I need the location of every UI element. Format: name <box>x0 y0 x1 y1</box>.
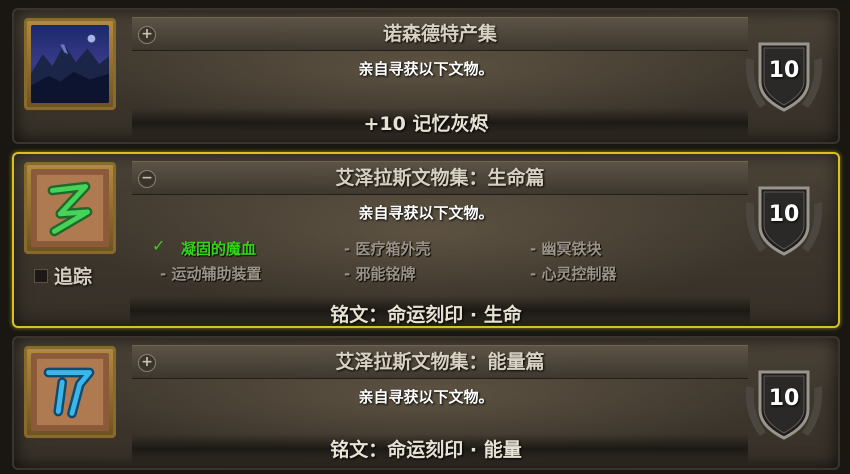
track-checkbox-box[interactable] <box>34 268 48 283</box>
achievement-points: 10 <box>768 202 800 227</box>
card-title-bar: 诺森德特产集 <box>132 17 748 51</box>
card-title: 艾泽拉斯文物集：能量篇 <box>335 351 545 373</box>
card-description: 亲自寻获以下文物。 <box>358 388 494 406</box>
expand-toggle[interactable]: + <box>138 26 156 44</box>
reward-text: +10 记忆灰烬 <box>363 113 489 135</box>
card-description: 亲自寻获以下文物。 <box>358 60 494 78</box>
achievement-points: 10 <box>768 58 800 83</box>
track-checkbox[interactable]: 追踪 <box>34 262 92 289</box>
card-title: 诺森德特产集 <box>382 23 497 45</box>
checkmark-icon: ✓ <box>152 236 166 255</box>
card-description: 亲自寻获以下文物。 <box>358 204 494 222</box>
reward-text: 铭文：命运刻印 · 能量 <box>330 439 522 461</box>
criteria-item: - 邪能铭牌 <box>344 265 416 283</box>
criteria-item: - 幽冥铁块 <box>530 240 602 258</box>
collapse-toggle[interactable]: − <box>138 170 156 188</box>
criteria-item: - 医疗箱外壳 <box>344 240 431 258</box>
track-label: 追踪 <box>54 266 93 288</box>
expand-toggle[interactable]: + <box>138 354 156 372</box>
criteria-item: 凝固的魔血 <box>181 240 257 258</box>
achievement-card-energy[interactable]: 艾泽拉斯文物集：能量篇 + 亲自寻获以下文物。 10 铭文：命运刻印 · 能量 <box>12 336 840 470</box>
achievement-points-shield: 10 <box>740 356 828 444</box>
criteria-item: - 心灵控制器 <box>530 265 617 283</box>
reward-text: 铭文：命运刻印 · 生命 <box>330 304 522 326</box>
achievement-points-shield: 10 <box>740 172 828 260</box>
card-title: 艾泽拉斯文物集：生命篇 <box>335 167 545 189</box>
achievement-points-shield: 10 <box>740 28 828 116</box>
achievement-card-northrend[interactable]: 诺森德特产集 + 亲自寻获以下文物。 10 +10 记忆灰烬 <box>12 8 840 144</box>
card-title-bar: 艾泽拉斯文物集：能量篇 <box>132 345 748 379</box>
achievement-points: 10 <box>768 386 800 411</box>
criteria-item: - 运动辅助装置 <box>160 265 262 283</box>
card-title-bar: 艾泽拉斯文物集：生命篇 <box>132 161 748 195</box>
